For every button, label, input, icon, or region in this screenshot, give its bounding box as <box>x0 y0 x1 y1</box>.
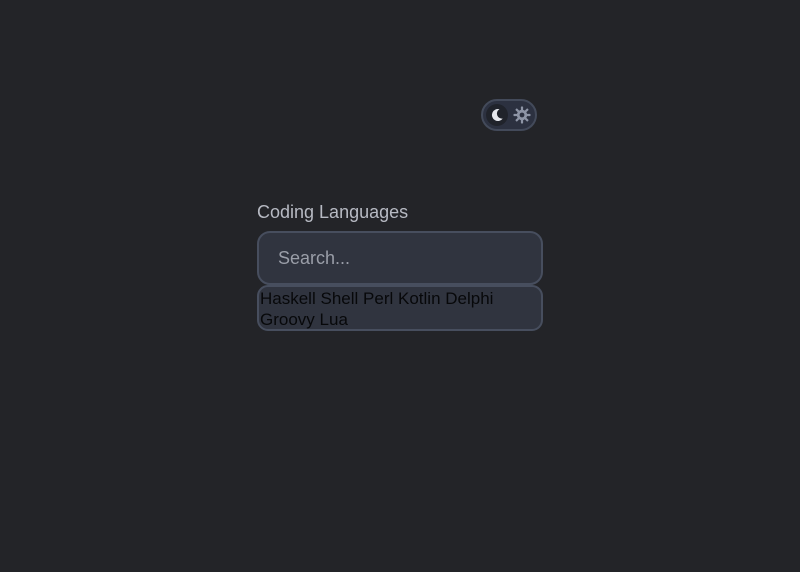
option-haskell[interactable]: Haskell <box>260 289 316 308</box>
theme-toggle[interactable] <box>481 99 537 131</box>
option-lua[interactable]: Lua <box>320 310 348 329</box>
option-delphi[interactable]: Delphi <box>445 289 493 308</box>
page: Coding Languages Haskell Shell Perl Kotl… <box>0 0 800 572</box>
combobox-label: Coding Languages <box>257 202 409 222</box>
search-input[interactable] <box>257 231 543 285</box>
moon-icon <box>491 108 503 121</box>
option-shell[interactable]: Shell <box>320 289 358 308</box>
options-list: Haskell Shell Perl Kotlin Delphi Groovy … <box>257 285 543 331</box>
gear-icon <box>513 106 531 124</box>
option-kotlin[interactable]: Kotlin <box>398 289 441 308</box>
toggle-knob <box>486 104 508 126</box>
option-perl[interactable]: Perl <box>363 289 393 308</box>
option-groovy[interactable]: Groovy <box>260 310 315 329</box>
